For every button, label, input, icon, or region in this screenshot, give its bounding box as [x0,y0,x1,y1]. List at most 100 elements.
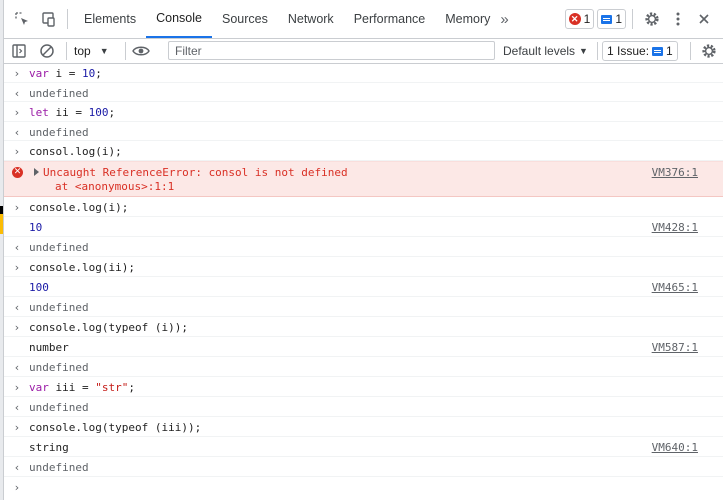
output-arrow-icon: ‹ [14,461,20,474]
console-input-row: › console.log(i); [4,197,723,217]
tab-memory[interactable]: Memory [435,0,494,38]
error-stack-trace: at <anonymous>:1:1 [55,180,175,193]
devtools-panel: Elements Console Sources Network Perform… [3,0,723,500]
console-error-row: ✕ Uncaught ReferenceError: consol is not… [4,161,723,197]
console-input-text[interactable]: var i = 10; [29,67,102,80]
tab-separator [67,9,68,29]
output-arrow-icon: ‹ [14,87,20,100]
message-icon [601,14,613,24]
source-link[interactable]: VM587:1 [652,341,698,354]
source-link[interactable]: VM640:1 [652,441,698,454]
filter-input[interactable] [168,41,495,60]
console-input-row: › var i = 10; [4,63,723,83]
devtools-tab-bar: Elements Console Sources Network Perform… [4,0,723,39]
console-input-text[interactable]: let ii = 100; [29,106,115,119]
toolbar-separator [690,42,691,60]
console-result-row: ‹ undefined [4,397,723,417]
console-input-text[interactable]: consol.log(i); [29,145,122,158]
error-message[interactable]: Uncaught ReferenceError: consol is not d… [34,166,348,179]
console-result-row: ‹ undefined [4,297,723,317]
error-count: 1 [583,12,591,26]
source-link[interactable]: VM428:1 [652,221,698,234]
console-log-row: string VM640:1 [4,437,723,457]
sidebar-toggle-icon[interactable] [6,39,32,63]
console-result-text: undefined [29,401,89,414]
error-count-badge[interactable]: ✕ 1 [564,9,595,29]
settings-gear-icon[interactable] [639,6,665,32]
console-prompt-row[interactable]: › [4,477,723,499]
clear-console-icon[interactable] [34,39,60,63]
toolbar-separator [125,42,126,60]
context-label: top [74,44,91,58]
error-icon: ✕ [12,167,23,178]
console-result-row: ‹ undefined [4,457,723,477]
issues-button[interactable]: 1 Issue: 1 [602,41,678,61]
expand-triangle-icon [34,168,39,176]
console-input-text[interactable]: console.log(typeof (i)); [29,321,188,334]
tab-console[interactable]: Console [146,0,212,38]
console-input-row: › console.log(typeof (iii)); [4,417,723,437]
console-messages: › var i = 10; ‹ undefined › let ii = 100… [4,63,723,499]
tab-sources[interactable]: Sources [212,0,278,38]
input-prompt-icon: › [14,201,20,214]
console-input-text[interactable]: var iii = "str"; [29,381,135,394]
console-log-text: number [29,341,69,354]
output-arrow-icon: ‹ [14,361,20,374]
log-levels-label: Default levels [503,44,576,58]
toolbar-separator [597,42,598,60]
output-arrow-icon: ‹ [14,241,20,254]
console-input-row: › var iii = "str"; [4,377,723,397]
console-log-text: string [29,441,69,454]
device-toolbar-icon[interactable] [35,6,61,32]
console-log-row: 10 VM428:1 [4,217,723,237]
console-log-text: 10 [29,221,43,234]
console-log-row: 100 VM465:1 [4,277,723,297]
issues-count: 1 [666,44,673,58]
console-input-text[interactable]: console.log(typeof (iii)); [29,421,201,434]
input-prompt-icon: › [14,381,20,394]
tab-performance[interactable]: Performance [344,0,436,38]
message-count-badge[interactable]: 1 [597,9,626,29]
input-prompt-icon: › [14,145,20,158]
input-prompt-icon: › [14,106,20,119]
output-arrow-icon: ‹ [14,301,20,314]
more-tabs-icon[interactable]: » [494,11,514,28]
console-log-row: number VM587:1 [4,337,723,357]
console-result-text: undefined [29,461,89,474]
console-result-text: undefined [29,301,89,314]
tab-elements[interactable]: Elements [74,0,146,38]
console-result-row: ‹ undefined [4,357,723,377]
source-link[interactable]: VM376:1 [652,166,698,179]
console-result-row: ‹ undefined [4,83,723,102]
log-levels-dropdown[interactable]: Default levels ▼ [503,39,588,63]
issues-label: 1 Issue: [607,44,650,58]
console-input-text[interactable]: console.log(ii); [29,261,135,274]
console-result-text: undefined [29,126,89,139]
console-input-text[interactable]: console.log(i); [29,201,128,214]
message-icon [652,46,664,56]
close-icon[interactable] [691,6,717,32]
live-expression-eye-icon[interactable] [128,39,154,63]
console-settings-gear-icon[interactable] [696,39,722,63]
context-selector[interactable]: top ▼ [74,39,109,63]
dropdown-arrow-icon: ▼ [579,46,588,56]
prompt-caret-icon: › [14,481,20,494]
toolbar-separator [66,42,67,60]
kebab-menu-icon[interactable] [665,6,691,32]
console-result-text: undefined [29,241,89,254]
input-prompt-icon: › [14,67,20,80]
error-icon: ✕ [568,13,581,25]
dropdown-arrow-icon: ▼ [99,46,109,56]
console-toolbar: top ▼ Default levels ▼ 1 Issue: 1 [4,39,723,64]
input-prompt-icon: › [14,321,20,334]
source-link[interactable]: VM465:1 [652,281,698,294]
console-input-row: › consol.log(i); [4,141,723,161]
console-result-text: undefined [29,87,89,100]
inspect-element-icon[interactable] [9,6,35,32]
output-arrow-icon: ‹ [14,126,20,139]
console-result-text: undefined [29,361,89,374]
console-result-row: ‹ undefined [4,122,723,141]
tab-network[interactable]: Network [278,0,344,38]
message-count: 1 [615,12,622,26]
input-prompt-icon: › [14,421,20,434]
